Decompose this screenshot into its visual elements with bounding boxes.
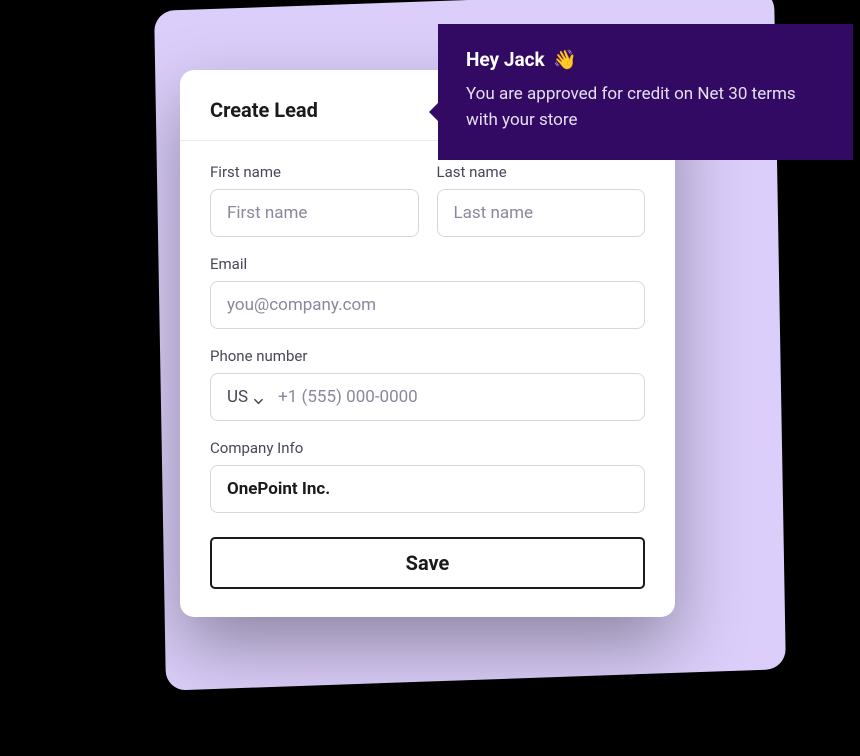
first-name-input[interactable] <box>210 189 419 237</box>
name-row: First name Last name <box>210 163 645 237</box>
phone-input-wrap: US <box>210 373 645 421</box>
last-name-label: Last name <box>437 163 646 181</box>
notification-popover: Hey Jack 👋 You are approved for credit o… <box>438 24 853 160</box>
wave-icon: 👋 <box>553 48 577 71</box>
notification-body: You are approved for credit on Net 30 te… <box>466 81 825 134</box>
card-body: First name Last name Email Phone number … <box>180 141 675 617</box>
first-name-field: First name <box>210 163 419 237</box>
last-name-field: Last name <box>437 163 646 237</box>
company-label: Company Info <box>210 439 645 457</box>
phone-country-select[interactable]: US <box>227 387 264 407</box>
company-input[interactable] <box>210 465 645 513</box>
phone-field: Phone number US <box>210 347 645 421</box>
notification-title: Hey Jack 👋 <box>466 48 825 71</box>
notification-greeting: Hey Jack <box>466 48 545 71</box>
phone-label: Phone number <box>210 347 645 365</box>
phone-country-code: US <box>227 387 248 407</box>
last-name-input[interactable] <box>437 189 646 237</box>
email-label: Email <box>210 255 645 273</box>
first-name-label: First name <box>210 163 419 181</box>
chevron-down-icon <box>253 392 264 403</box>
email-input[interactable] <box>210 281 645 329</box>
save-button[interactable]: Save <box>210 537 645 589</box>
email-field: Email <box>210 255 645 329</box>
company-field: Company Info <box>210 439 645 513</box>
phone-input[interactable] <box>278 387 628 407</box>
